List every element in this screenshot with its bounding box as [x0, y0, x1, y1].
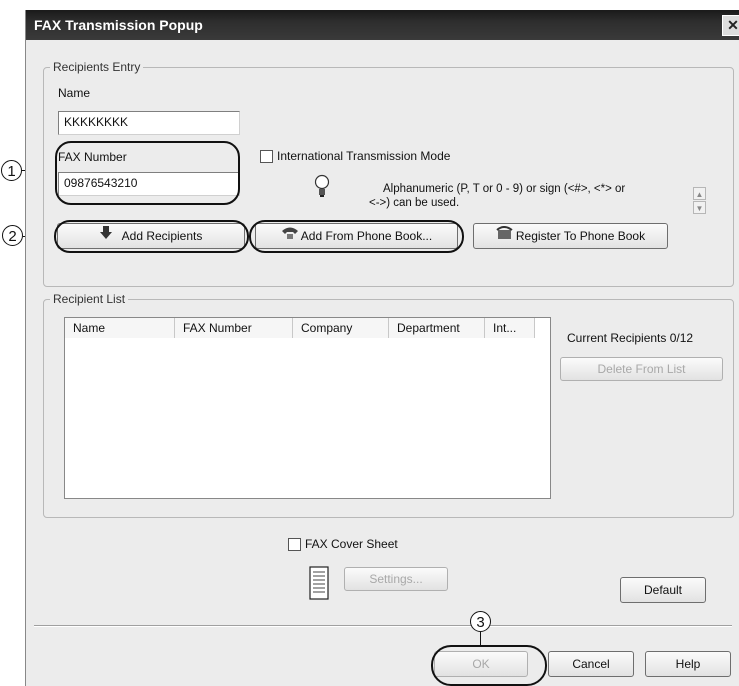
column-department-label: Department	[397, 321, 460, 335]
delete-from-list-button[interactable]: Delete From List	[560, 357, 723, 381]
document-icon	[309, 566, 329, 600]
title-bar: FAX Transmission Popup ✕	[26, 10, 739, 40]
recipients-entry-legend: Recipients Entry	[50, 60, 144, 74]
international-mode-label: International Transmission Mode	[277, 149, 451, 163]
cancel-label: Cancel	[572, 657, 610, 671]
column-int-label: Int...	[493, 321, 517, 335]
hint-scroll-down-button[interactable]: ▼	[693, 201, 706, 214]
column-header-fax-number[interactable]: FAX Number	[175, 318, 293, 338]
name-input[interactable]: KKKKKKKK	[58, 111, 240, 135]
column-header-company[interactable]: Company	[293, 318, 389, 338]
register-phone-book-icon	[496, 224, 514, 248]
callout-3-leader	[480, 632, 481, 645]
callout-2-highlight-b	[249, 220, 464, 253]
settings-button[interactable]: Settings...	[344, 567, 448, 591]
callout-3: 3	[470, 611, 491, 632]
lightbulb-icon	[314, 174, 330, 200]
close-icon: ✕	[727, 17, 739, 33]
help-button[interactable]: Help	[645, 651, 731, 677]
recipient-list-table[interactable]: Name FAX Number Company Department Int..…	[64, 317, 551, 499]
hint-text-line2: <->) can be used.	[369, 197, 460, 209]
callout-1-highlight	[55, 141, 240, 205]
column-company-label: Company	[301, 321, 353, 335]
default-button[interactable]: Default	[620, 577, 706, 603]
register-to-phone-book-button[interactable]: Register To Phone Book	[473, 223, 668, 249]
hint-scroll-up-button[interactable]: ▲	[693, 187, 706, 200]
recipient-list-legend: Recipient List	[50, 292, 129, 306]
international-mode-checkbox[interactable]	[260, 150, 273, 163]
footer-separator	[34, 625, 732, 627]
name-label: Name	[58, 86, 91, 100]
register-to-phone-book-label: Register To Phone Book	[515, 229, 646, 243]
column-header-department[interactable]: Department	[389, 318, 485, 338]
help-label: Help	[675, 657, 701, 671]
callout-1: 1	[1, 160, 22, 181]
callout-2-highlight-a	[54, 220, 249, 253]
fax-transmission-window: FAX Transmission Popup ✕ Recipients Entr…	[25, 10, 739, 686]
name-value: KKKKKKKK	[64, 115, 129, 129]
settings-label: Settings...	[369, 572, 423, 586]
window-title: FAX Transmission Popup	[34, 17, 203, 33]
callout-3-highlight	[431, 645, 547, 686]
fax-cover-sheet-checkbox[interactable]	[288, 538, 301, 551]
column-name-label: Name	[73, 321, 106, 335]
column-fax-number-label: FAX Number	[183, 321, 252, 335]
close-button[interactable]: ✕	[722, 15, 739, 36]
hint-text-line1: Alphanumeric (P, T or 0 - 9) or sign (<#…	[383, 183, 626, 195]
fax-cover-sheet-label: FAX Cover Sheet	[305, 537, 398, 551]
column-header-int[interactable]: Int...	[485, 318, 535, 338]
default-label: Default	[643, 583, 683, 597]
callout-2: 2	[2, 225, 23, 246]
cancel-button[interactable]: Cancel	[548, 651, 634, 677]
delete-from-list-label: Delete From List	[597, 362, 686, 376]
column-header-name[interactable]: Name	[65, 318, 175, 338]
current-recipients-count: Current Recipients 0/12	[567, 331, 694, 345]
